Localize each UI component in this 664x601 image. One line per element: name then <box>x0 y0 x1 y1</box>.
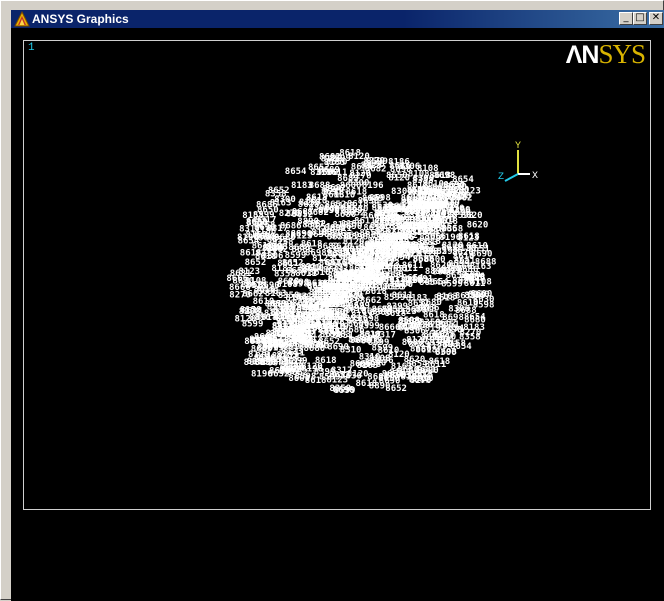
node-number-label: 8890 <box>425 267 447 277</box>
node-number-label: 8611 <box>295 269 317 279</box>
node-number-label: 8689 <box>285 230 307 240</box>
node-number-label: 8196 <box>323 318 345 328</box>
node-number-label: 8306 <box>399 162 421 172</box>
node-number-label: 8650 <box>244 337 266 347</box>
node-number-label: 8666 <box>379 323 401 333</box>
node-number-label: 8618 <box>345 306 367 316</box>
node-number-label: 8654 <box>285 167 307 177</box>
maximize-button[interactable]: □ <box>633 12 647 25</box>
node-number-label: 8698 <box>393 249 415 259</box>
node-number-label: 8120 <box>388 350 410 360</box>
ansys-graphics-window: ANSYS Graphics _ □ ✕ 1 ΛNSYS 8618 8120 859… <box>0 0 664 601</box>
node-number-label: 8610 <box>283 357 305 367</box>
node-number-label: 8610 <box>253 297 275 307</box>
node-number-label: 8666 <box>418 304 440 314</box>
node-number-label: 8108 <box>276 280 298 290</box>
node-number-label: 8618 <box>356 379 378 389</box>
node-number-label: 8270 <box>449 205 471 215</box>
z-axis-label: Z <box>498 172 504 183</box>
node-number-label: 8691 <box>330 232 352 242</box>
node-number-label: 8123 <box>238 267 260 277</box>
node-number-label: 8123 <box>458 233 480 243</box>
node-number-label: 8890 <box>297 217 319 227</box>
node-number-label: 8689 <box>351 163 373 173</box>
node-number-label: 8618 <box>322 296 344 306</box>
node-number-label: 8123 <box>459 187 481 197</box>
node-number-label: 8652 <box>441 243 463 253</box>
node-number-label: 8598 <box>295 372 317 382</box>
node-number-label: 8651 <box>438 320 460 330</box>
node-number-label: 8650 <box>382 305 404 315</box>
node-number-label: 8682 <box>344 278 366 288</box>
node-number-label: 8163 <box>270 198 292 208</box>
node-number-label: 8600 <box>471 290 493 300</box>
window-title: ANSYS Graphics <box>32 12 129 26</box>
node-number-label: 8680 <box>402 338 424 348</box>
y-axis-label: Y <box>515 141 521 152</box>
node-number-label: 8618 <box>429 357 451 367</box>
close-button[interactable]: ✕ <box>649 12 663 25</box>
node-number-label: 8618 <box>301 239 323 249</box>
node-number-label: 8317 <box>415 214 437 224</box>
node-number-label: 8688 <box>246 217 268 227</box>
node-number-label: 8108 <box>401 373 423 383</box>
node-number-label: 8618 <box>434 294 456 304</box>
node-number-label: 8598 <box>473 301 495 311</box>
node-number-label: 8618 <box>410 201 432 211</box>
node-number-label: 8689 <box>337 174 359 184</box>
node-number-label: 8650 <box>326 157 348 167</box>
node-number-label: 8163 <box>398 317 420 327</box>
title-bar[interactable]: ANSYS Graphics _ □ ✕ <box>11 10 664 28</box>
node-number-label: 8598 <box>352 255 374 265</box>
node-number-label: 8358 <box>459 333 481 343</box>
node-cloud: 8618 8120 8599 8680 8120 8610 8618 8691 8598 8686… <box>226 148 496 396</box>
node-number-label: 8611 <box>386 203 408 213</box>
node-number-label: 8698 <box>333 385 355 395</box>
x-axis-label: X <box>532 171 538 182</box>
node-number-label: 8317 <box>310 168 332 178</box>
node-number-label: 8599 <box>242 319 264 329</box>
node-number-label: 8123 <box>312 254 334 264</box>
minimize-icon: _ <box>623 12 629 23</box>
node-number-label: 8662 <box>374 228 396 238</box>
ansys-app-icon[interactable] <box>14 11 30 27</box>
node-number-label: 8163 <box>391 362 413 372</box>
node-number-label: 8300 <box>435 348 457 358</box>
node-number-label: 8183 <box>329 330 351 340</box>
maximize-icon: □ <box>635 12 645 23</box>
node-number-label: 8682 <box>307 208 329 218</box>
node-number-label: 8620 <box>467 221 489 231</box>
node-number-label: 8317 <box>255 249 277 259</box>
node-number-label: 8108 <box>333 201 355 211</box>
node-number-label: 8698 <box>434 171 456 181</box>
node-number-label: 8183 <box>291 181 313 191</box>
close-icon: ✕ <box>651 12 661 23</box>
node-number-label: 8650 <box>432 183 454 193</box>
node-number-label: 8630 <box>308 230 330 240</box>
node-number-label: 8630 <box>358 197 380 207</box>
node-number-label: 8300 <box>308 341 330 351</box>
node-number-label: 8681 <box>291 331 313 341</box>
node-number-label: 8183 <box>406 294 428 304</box>
node-number-label: 8317 <box>348 288 370 298</box>
node-number-label: 8196 <box>362 181 384 191</box>
node-number-label: 8620 <box>417 228 439 238</box>
axis-triad: Y X Z <box>498 141 538 183</box>
node-plot: 8618 8120 8599 8680 8120 8610 8618 8691 8598 8686… <box>226 141 538 396</box>
node-number-label: 8183 <box>273 312 295 322</box>
node-number-label: 8618 <box>349 265 371 275</box>
node-number-label: 8600 <box>348 320 370 330</box>
node-number-label: 8186 <box>254 354 276 364</box>
node-number-label: 8618 <box>254 285 276 295</box>
node-number-label: 8654 <box>464 313 486 323</box>
node-number-label: 8686 <box>457 265 479 275</box>
node-number-label: 8120 <box>417 249 439 259</box>
graphics-canvas[interactable]: 1 ΛNSYS 8618 8120 8599 8680 8120 8610 8618 8691… <box>11 28 664 601</box>
node-number-label: 8681 <box>365 241 387 251</box>
node-number-label: 8650 <box>386 171 408 181</box>
node-number-label: 8654 <box>427 277 449 287</box>
node-number-label: 8690 <box>365 358 387 368</box>
z-axis-line <box>504 173 519 182</box>
minimize-button[interactable]: _ <box>619 12 633 25</box>
